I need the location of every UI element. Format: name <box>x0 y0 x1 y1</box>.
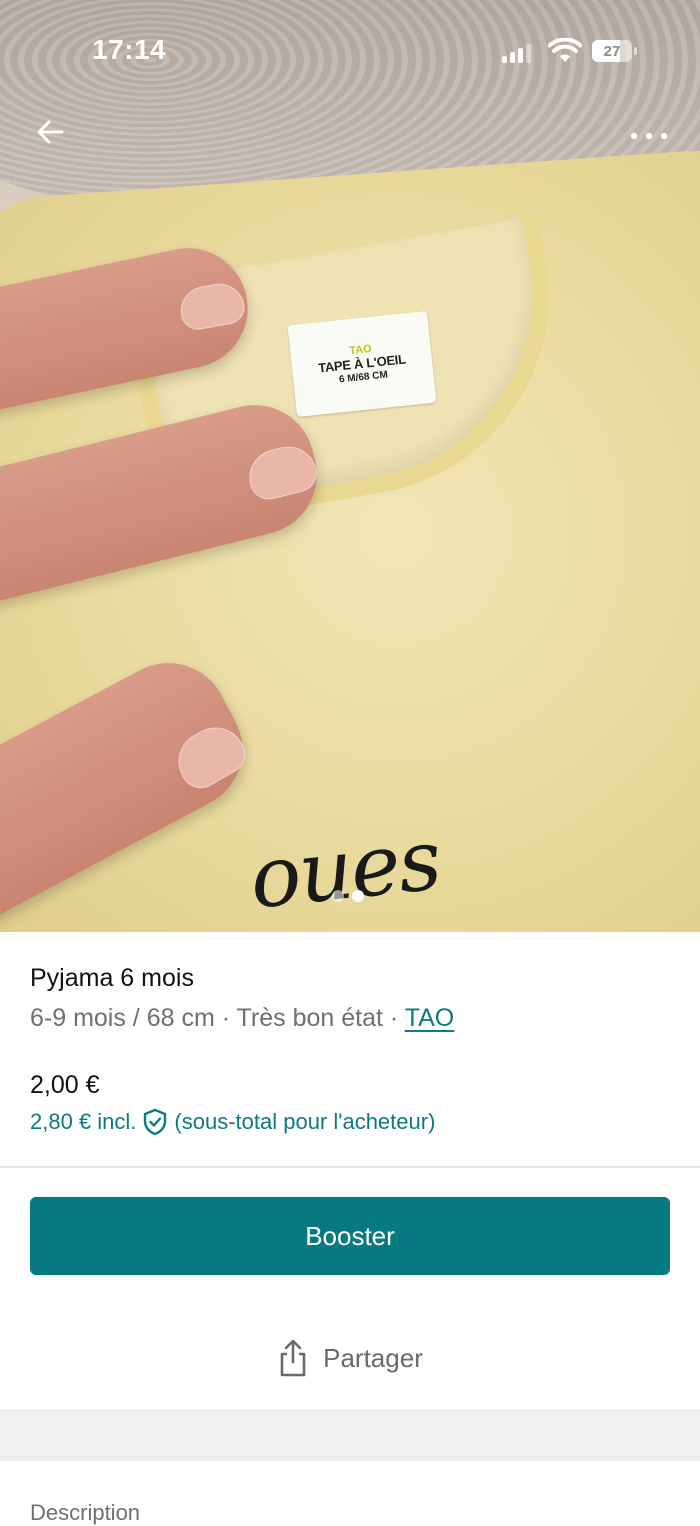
carousel-dot-2-active[interactable] <box>352 890 364 902</box>
price-incl-value: 2,80 € incl. <box>30 1109 137 1134</box>
description-heading: Description <box>30 1500 141 1525</box>
more-horizontal-icon <box>630 132 668 140</box>
share-button-label: Partager <box>323 1342 423 1373</box>
booster-button-label: Booster <box>305 1220 395 1251</box>
meta-separator: · <box>382 1004 405 1032</box>
battery-icon: 27 <box>592 40 632 62</box>
item-title: Pyjama 6 mois <box>30 964 194 992</box>
item-meta: 6-9 mois / 68 cm · Très bon état · TAO <box>30 1004 454 1033</box>
buyer-protection-price[interactable]: 2,80 € incl. (sous-total pour l'acheteur… <box>30 1108 435 1136</box>
carousel-dot-1[interactable] <box>332 890 344 902</box>
status-time: 17:14 <box>92 34 167 65</box>
share-button[interactable]: Partager <box>0 1320 700 1396</box>
carousel-indicator <box>332 890 364 902</box>
arrow-left-icon <box>37 120 64 144</box>
more-options-button[interactable] <box>624 118 674 154</box>
item-price: 2,00 € <box>30 1071 100 1099</box>
section-divider <box>0 1166 700 1168</box>
wifi-icon <box>548 38 582 62</box>
printed-text: oues <box>245 810 445 928</box>
shield-check-icon <box>144 1108 167 1136</box>
battery-tip <box>634 47 637 55</box>
item-photo[interactable]: TAO TAPE À L'OEIL 6 M/68 CM oues <box>0 0 700 932</box>
price-incl-note: (sous-total pour l'acheteur) <box>174 1109 436 1134</box>
back-button[interactable] <box>30 110 74 154</box>
booster-button[interactable]: Booster <box>30 1197 670 1275</box>
section-separator-band <box>0 1410 700 1461</box>
item-condition: Très bon état <box>236 1004 383 1032</box>
share-icon <box>280 1339 306 1377</box>
item-brand-link[interactable]: TAO <box>405 1004 455 1032</box>
clothing-label: TAO TAPE À L'OEIL 6 M/68 CM <box>287 310 437 418</box>
meta-separator: · <box>214 1004 237 1032</box>
cellular-signal-icon <box>500 43 531 63</box>
status-bar: 17:14 27 <box>0 0 700 100</box>
battery-level: 27 <box>603 42 621 60</box>
item-size: 6-9 mois / 68 cm <box>30 1004 215 1032</box>
